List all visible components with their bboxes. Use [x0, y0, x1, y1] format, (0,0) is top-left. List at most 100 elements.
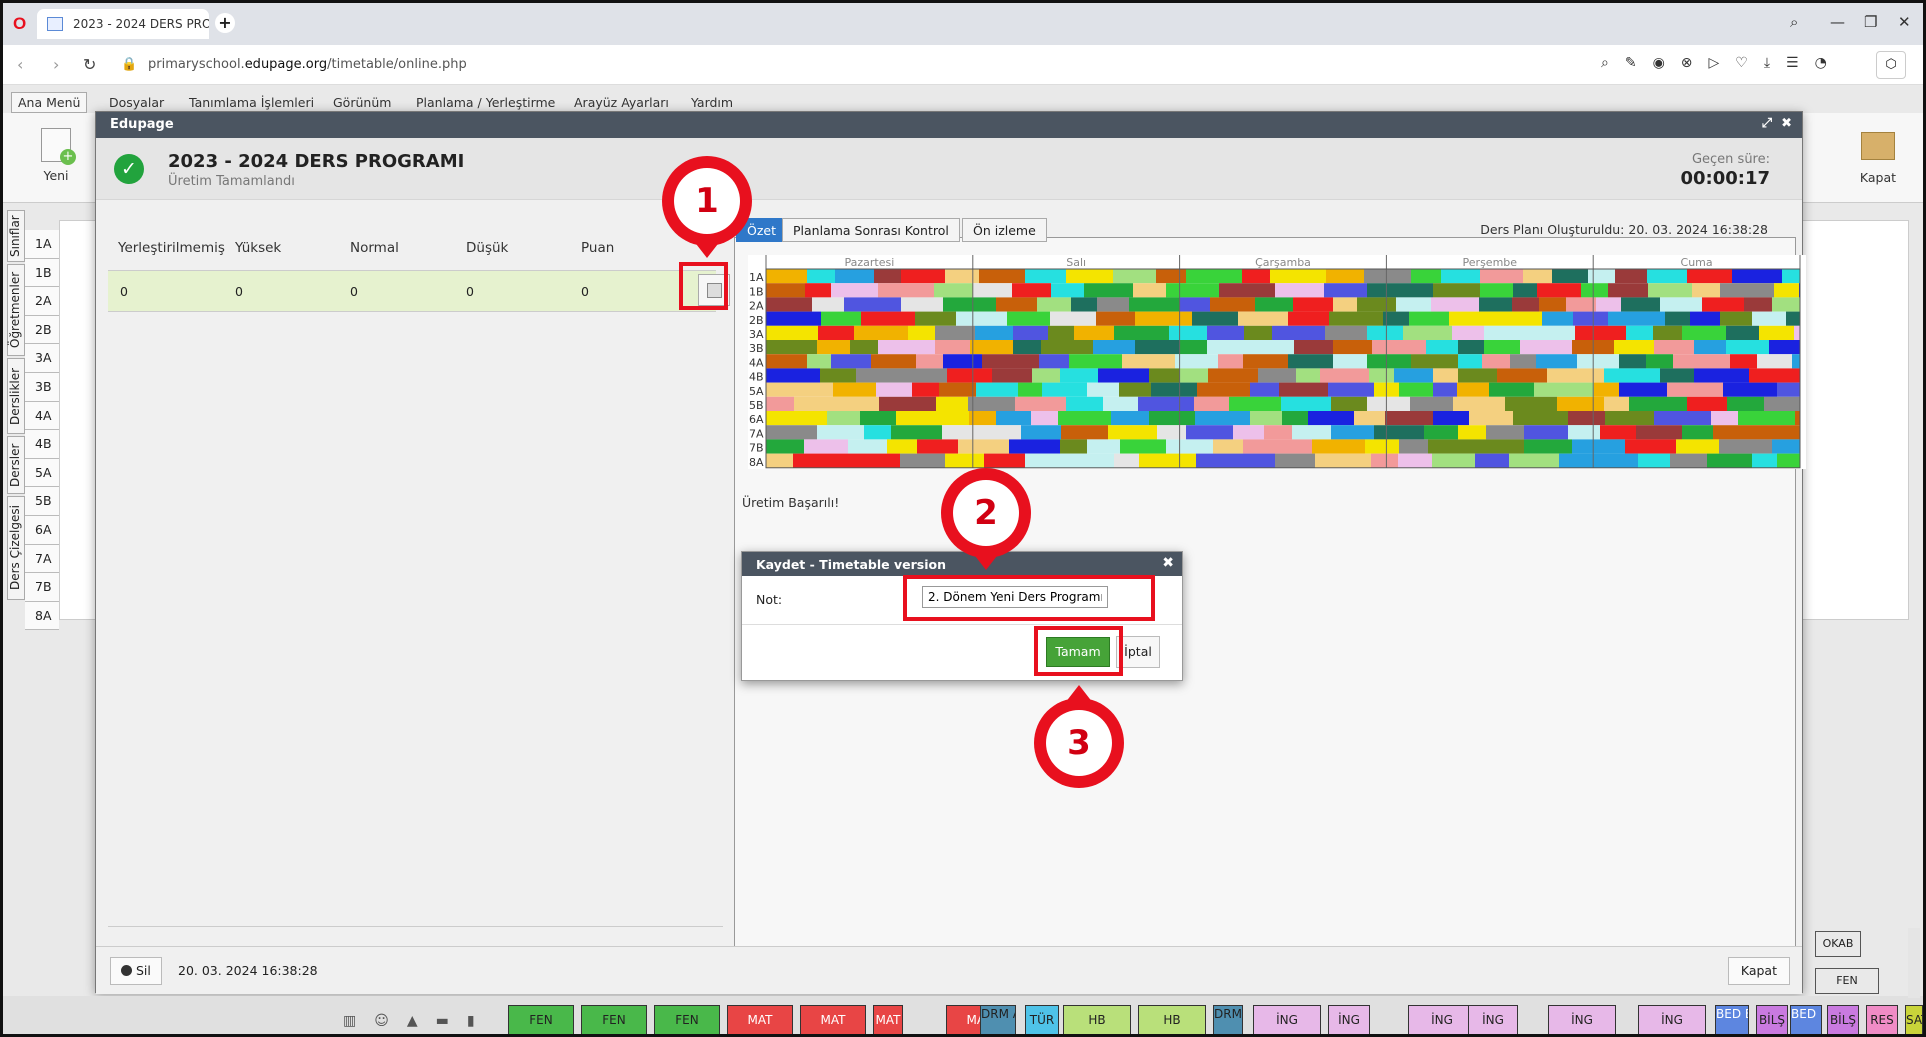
- ribbon-close-button[interactable]: Kapat: [1855, 128, 1901, 185]
- class-row-label[interactable]: 4A: [25, 401, 59, 431]
- lesson-cell: [850, 340, 878, 355]
- lesson-cell: [1315, 453, 1371, 468]
- class-row-label[interactable]: 5A: [25, 458, 59, 488]
- subject-card[interactable]: İNG: [1253, 1005, 1321, 1034]
- side-tab-classes[interactable]: Sınıflar: [7, 210, 25, 262]
- lesson-cell: [970, 340, 1013, 355]
- subject-card[interactable]: İNG: [1638, 1005, 1706, 1034]
- subject-card[interactable]: İNG: [1468, 1005, 1518, 1034]
- card-toolbar-icons[interactable]: ▥☺▲▬▮: [343, 1013, 493, 1029]
- subject-card[interactable]: MAT: [873, 1005, 903, 1034]
- menu-tanimlama[interactable]: Tanımlama İşlemleri: [189, 95, 314, 110]
- class-row-label[interactable]: 6A: [25, 515, 59, 545]
- lesson-cell: [1480, 269, 1523, 284]
- lesson-cell: [864, 425, 891, 440]
- lesson-cell: [1484, 340, 1520, 355]
- subject-card[interactable]: MAT: [727, 1005, 793, 1034]
- subject-card[interactable]: İNG: [1548, 1005, 1616, 1034]
- subject-card-right-1[interactable]: OKAB: [1815, 931, 1861, 957]
- search-icon[interactable]: ⌕: [1790, 13, 1798, 31]
- lesson-cell: [1568, 411, 1605, 426]
- back-icon[interactable]: ‹: [17, 55, 23, 74]
- delete-button[interactable]: Sil: [110, 957, 162, 985]
- menu-gorunum[interactable]: Görünüm: [333, 95, 391, 110]
- subject-card[interactable]: FEN: [508, 1005, 574, 1034]
- reload-icon[interactable]: ↻: [83, 55, 96, 74]
- subject-card-right-2[interactable]: FEN: [1815, 968, 1879, 994]
- side-tab-teachers[interactable]: Öğretmenler: [7, 264, 25, 356]
- subject-card[interactable]: FEN: [654, 1005, 720, 1034]
- subject-card[interactable]: RES: [1866, 1005, 1898, 1034]
- generation-status: Üretim Tamamlandı: [168, 174, 295, 189]
- lesson-cell: [900, 453, 945, 468]
- lesson-cell: [817, 425, 864, 440]
- class-row-label[interactable]: 4B: [25, 430, 59, 459]
- class-row-label[interactable]: 3B: [25, 372, 59, 402]
- calendar-icon: [47, 17, 63, 31]
- subject-card[interactable]: FEN: [581, 1005, 647, 1034]
- subject-card[interactable]: HB: [1063, 1005, 1131, 1034]
- opera-logo-icon[interactable]: O: [13, 14, 26, 34]
- subject-card[interactable]: İNG: [1328, 1005, 1370, 1034]
- subject-card[interactable]: MAT: [800, 1005, 866, 1034]
- subject-card[interactable]: TÜR: [1025, 1005, 1059, 1034]
- restore-icon[interactable]: ❐: [1864, 13, 1877, 31]
- subject-card[interactable]: DRM A: [980, 1005, 1016, 1034]
- minimize-icon[interactable]: —: [1830, 13, 1845, 31]
- menu-arayuz[interactable]: Arayüz Ayarları: [574, 95, 669, 110]
- class-row-label[interactable]: 2A: [25, 287, 59, 316]
- subject-card[interactable]: BİLŞ: [1756, 1005, 1788, 1034]
- class-row-label[interactable]: 8A: [25, 601, 59, 631]
- lesson-cell: [1365, 439, 1399, 454]
- subject-card[interactable]: BED E: [1715, 1005, 1749, 1034]
- lesson-cell: [1482, 354, 1510, 369]
- lesson-cell: [1149, 368, 1180, 383]
- lesson-cell: [1114, 453, 1139, 468]
- subject-card[interactable]: HB: [1138, 1005, 1206, 1034]
- lesson-cell: [1629, 396, 1687, 411]
- toolbar-icons[interactable]: ⌕✎◉⊗▷♡⤓☰◔: [1601, 55, 1843, 71]
- class-row-label[interactable]: 5B: [25, 487, 59, 516]
- menu-dosyalar[interactable]: Dosyalar: [109, 95, 164, 110]
- class-row-label[interactable]: 7B: [25, 573, 59, 602]
- result-row[interactable]: 0 0 0 0 0: [108, 270, 716, 312]
- new-tab-button[interactable]: +: [215, 13, 235, 33]
- subject-card[interactable]: DRM A: [1213, 1005, 1243, 1034]
- menu-yardim[interactable]: Yardım: [691, 95, 733, 110]
- lesson-cell: [1032, 368, 1060, 383]
- menu-planlama[interactable]: Planlama / Yerleştirme: [416, 95, 555, 110]
- tab-preview[interactable]: Ön izleme: [962, 218, 1047, 242]
- close-window-icon[interactable]: ✕: [1898, 13, 1911, 31]
- class-row-label[interactable]: 1A: [25, 230, 59, 259]
- lesson-cell: [1293, 297, 1333, 312]
- side-tab-schedule[interactable]: Ders Çizelgesi: [7, 496, 25, 600]
- side-tab-subjects[interactable]: Dersler: [7, 436, 25, 494]
- lesson-cell: [1009, 439, 1060, 454]
- subject-card[interactable]: BED E: [1790, 1005, 1822, 1034]
- class-row-label[interactable]: 7A: [25, 544, 59, 574]
- save-dialog-close-icon[interactable]: ✖: [1162, 555, 1174, 571]
- lesson-cell: [1772, 439, 1800, 454]
- new-button[interactable]: Yeni: [37, 128, 76, 183]
- dialog-close-button[interactable]: Kapat: [1727, 957, 1790, 985]
- lesson-cell: [1573, 311, 1608, 326]
- maximize-icon[interactable]: ⤢: [1762, 116, 1772, 131]
- lesson-cell: [1194, 396, 1229, 411]
- browser-tab[interactable]: 2023 - 2024 DERS PROGR: [37, 9, 209, 39]
- subject-card[interactable]: SATR: [1905, 1005, 1923, 1034]
- lesson-cell: [1111, 411, 1149, 426]
- subject-card[interactable]: İNG: [1408, 1005, 1476, 1034]
- class-row-label[interactable]: 2B: [25, 315, 59, 345]
- subject-card[interactable]: BİLŞ: [1827, 1005, 1859, 1034]
- forward-icon[interactable]: ›: [53, 55, 59, 74]
- extensions-icon[interactable]: ⬡: [1876, 51, 1906, 79]
- menu-ana-menu[interactable]: Ana Menü: [11, 92, 88, 113]
- lesson-cell: [1484, 325, 1538, 340]
- side-tab-rooms[interactable]: Derslikler: [7, 358, 25, 434]
- class-row-label[interactable]: 3A: [25, 344, 59, 373]
- scrollbar[interactable]: [1908, 928, 1920, 998]
- tab-post-check[interactable]: Planlama Sonrası Kontrol: [782, 218, 960, 242]
- url-text[interactable]: primaryschool.edupage.org/timetable/onli…: [148, 57, 467, 72]
- class-row-label[interactable]: 1B: [25, 258, 59, 288]
- dialog-close-icon[interactable]: ✖: [1781, 116, 1792, 131]
